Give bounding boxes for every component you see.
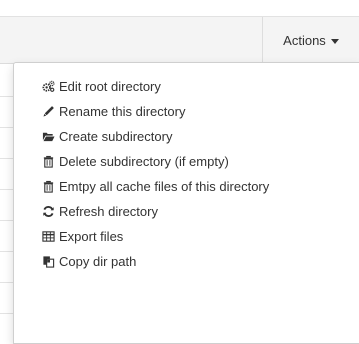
- menu-item-label: Rename this directory: [59, 103, 186, 119]
- menu-item-label: Create subdirectory: [59, 128, 173, 144]
- menu-item-delete-subdirectory[interactable]: Delete subdirectory (if empty): [42, 151, 229, 171]
- pencil-icon: [42, 105, 55, 118]
- trash-icon: [42, 155, 55, 168]
- actions-dropdown-menu: Edit root directory Rename this director…: [13, 62, 359, 344]
- copy-icon: [42, 255, 55, 268]
- menu-item-label: Refresh directory: [59, 203, 158, 219]
- menu-item-label: Edit root directory: [59, 78, 161, 94]
- menu-item-empty-cache-files[interactable]: Emtpy all cache files of this directory: [42, 176, 269, 196]
- toolbar: Actions: [0, 16, 359, 64]
- menu-item-rename-directory[interactable]: Rename this directory: [42, 101, 185, 121]
- menu-item-refresh-directory[interactable]: Refresh directory: [42, 201, 158, 221]
- menu-item-label: Export files: [59, 228, 124, 244]
- actions-button-label: Actions: [283, 32, 326, 48]
- menu-item-label: Delete subdirectory (if empty): [59, 153, 229, 169]
- menu-item-label: Copy dir path: [59, 253, 137, 269]
- row-divider: [0, 158, 14, 159]
- gears-icon: [42, 80, 55, 93]
- menu-item-edit-root-directory[interactable]: Edit root directory: [42, 76, 161, 96]
- row-divider: [0, 220, 14, 221]
- menu-item-copy-dir-path[interactable]: Copy dir path: [42, 251, 136, 271]
- refresh-icon: [42, 205, 55, 218]
- top-strip: [0, 0, 359, 15]
- row-divider: [0, 282, 14, 283]
- row-divider: [0, 96, 14, 97]
- caret-down-icon: [330, 38, 339, 44]
- row-divider: [0, 251, 14, 252]
- row-divider: [0, 127, 14, 128]
- trash-icon: [42, 180, 55, 193]
- folder-open-icon: [42, 130, 55, 143]
- table-icon: [42, 230, 55, 243]
- row-divider: [0, 313, 14, 314]
- menu-item-create-subdirectory[interactable]: Create subdirectory: [42, 126, 172, 146]
- actions-dropdown-button[interactable]: Actions: [263, 17, 359, 63]
- menu-item-export-files[interactable]: Export files: [42, 226, 123, 246]
- menu-item-label: Emtpy all cache files of this directory: [59, 178, 270, 194]
- row-divider: [0, 189, 14, 190]
